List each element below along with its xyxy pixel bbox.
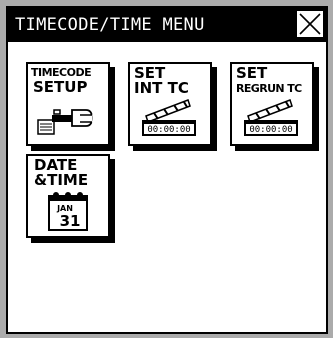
tile-label-line2: INT TC xyxy=(134,79,189,97)
tile-label-line1: SET xyxy=(236,64,268,82)
set-regrun-tc-button[interactable]: SET REGRUN TC 00:00:00 xyxy=(230,62,314,146)
set-int-tc-button[interactable]: SET INT TC 00:00:00 xyxy=(128,62,212,146)
wrench-icon xyxy=(37,109,93,135)
timecode-time-menu-window: TIMECODE/TIME MENU TIMECODE SETUP SET IN… xyxy=(6,6,328,334)
tile-label-line2: SETUP xyxy=(33,78,88,96)
timecode-display: 00:00:00 xyxy=(147,125,190,135)
calendar-day: 31 xyxy=(60,212,81,230)
date-time-button[interactable]: DATE &TIME JAN 31 xyxy=(26,154,110,238)
tile-label-line2: REGRUN TC xyxy=(236,82,302,95)
timecode-display: 00:00:00 xyxy=(249,125,292,135)
close-icon xyxy=(299,13,321,35)
clapperboard-icon: 00:00:00 xyxy=(244,99,298,136)
timecode-setup-button[interactable]: TIMECODE SETUP xyxy=(26,62,110,146)
tile-label-line2: &TIME xyxy=(34,171,89,189)
title-bar: TIMECODE/TIME MENU xyxy=(8,8,326,42)
close-button[interactable] xyxy=(296,10,324,38)
calendar-icon: JAN 31 xyxy=(48,192,88,231)
window-title: TIMECODE/TIME MENU xyxy=(15,15,205,35)
clapperboard-icon: 00:00:00 xyxy=(142,99,196,136)
